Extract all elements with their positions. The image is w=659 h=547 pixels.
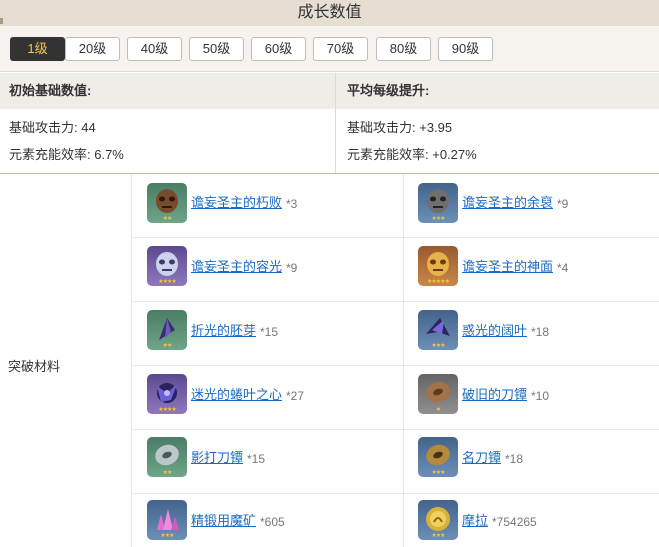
level-button-70[interactable]: 70级 bbox=[313, 37, 368, 61]
base-energy-recharge: 元素充能效率: 6.7% bbox=[9, 147, 124, 162]
sword-guard-icon[interactable]: ★★ bbox=[147, 437, 187, 477]
material-name[interactable]: 名刀镡 bbox=[462, 450, 501, 466]
material-count: *15 bbox=[247, 452, 266, 466]
mora-coin-icon[interactable]: ★★★ bbox=[418, 500, 458, 540]
section-title: 成长数值 bbox=[297, 4, 362, 21]
level-button-90[interactable]: 90级 bbox=[438, 37, 493, 61]
corner-mark bbox=[0, 18, 3, 24]
material-name[interactable]: 谵妄圣主的朽败 bbox=[191, 195, 282, 211]
mask-icon[interactable]: ★★★★★ bbox=[418, 246, 458, 286]
rarity-stars: ★★ bbox=[162, 216, 173, 222]
material-cell: ★★★★ 迷光的蜷叶之心 *27 bbox=[133, 366, 403, 430]
base-atk: 基础攻击力: 44 bbox=[9, 120, 96, 135]
material-count: *605 bbox=[260, 515, 285, 529]
material-cell: ★★★ 谵妄圣主的余裒 *9 bbox=[404, 174, 659, 238]
mask-icon[interactable]: ★★★★ bbox=[147, 246, 187, 286]
material-cell: ★★★ 惑光的阔叶 *18 bbox=[404, 302, 659, 366]
material-cell: ★★★ 摩拉 *754265 bbox=[404, 494, 659, 547]
material-name[interactable]: 谵妄圣主的神面 bbox=[462, 259, 553, 275]
material-name[interactable]: 惑光的阔叶 bbox=[462, 323, 527, 339]
rarity-stars: ★★★ bbox=[160, 533, 174, 539]
crystal-leaf-icon[interactable]: ★★★★ bbox=[147, 374, 187, 414]
rarity-stars: ★★★★★ bbox=[427, 279, 450, 285]
rarity-stars: ★★★ bbox=[431, 343, 445, 349]
level-button-80[interactable]: 80级 bbox=[376, 37, 431, 61]
rarity-stars: ★★ bbox=[162, 343, 173, 349]
material-count: *3 bbox=[286, 197, 298, 211]
ore-icon[interactable]: ★★★ bbox=[147, 500, 187, 540]
material-name[interactable]: 影打刀镡 bbox=[191, 450, 243, 466]
rarity-stars: ★★★ bbox=[431, 470, 445, 476]
rarity-stars: ★★ bbox=[162, 470, 173, 476]
material-cell: ★★ 谵妄圣主的朽败 *3 bbox=[133, 174, 403, 238]
mask-icon[interactable]: ★★ bbox=[147, 183, 187, 223]
rarity-stars: ★★★ bbox=[431, 216, 445, 222]
sword-guard-icon[interactable]: ★★★ bbox=[418, 437, 458, 477]
material-cell: ★★★★ 谵妄圣主的容光 *9 bbox=[133, 238, 403, 302]
rarity-stars: ★ bbox=[435, 407, 441, 413]
material-name[interactable]: 精锻用魔矿 bbox=[191, 513, 256, 529]
level-selector: 1级 20级 40级 50级 60级 70级 80级 90级 bbox=[0, 26, 659, 72]
material-cell: ★★★★★ 谵妄圣主的神面 *4 bbox=[404, 238, 659, 302]
materials-label: 突破材料 bbox=[8, 359, 61, 374]
material-count: *18 bbox=[531, 325, 550, 339]
material-name[interactable]: 迷光的蜷叶之心 bbox=[191, 387, 282, 403]
level-button-60[interactable]: 60级 bbox=[251, 37, 306, 61]
material-count: *754265 bbox=[492, 515, 537, 529]
base-stats-heading: 初始基础数值: bbox=[0, 73, 335, 109]
material-count: *4 bbox=[557, 261, 569, 275]
stats-column-divider bbox=[335, 73, 336, 174]
material-cell: ★ 破旧的刀镡 *10 bbox=[404, 366, 659, 430]
rarity-stars: ★★★★ bbox=[158, 279, 177, 285]
material-name[interactable]: 谵妄圣主的容光 bbox=[191, 259, 282, 275]
level-button-20[interactable]: 20级 bbox=[65, 37, 120, 61]
growth-atk: 基础攻击力: +3.95 bbox=[347, 120, 453, 135]
level-button-1[interactable]: 1级 bbox=[10, 37, 65, 61]
sword-guard-icon[interactable]: ★ bbox=[418, 374, 458, 414]
mask-icon[interactable]: ★★★ bbox=[418, 183, 458, 223]
rarity-stars: ★★★ bbox=[431, 533, 445, 539]
crystal-leaf-icon[interactable]: ★★ bbox=[147, 310, 187, 350]
material-name[interactable]: 谵妄圣主的余裒 bbox=[462, 195, 553, 211]
material-count: *18 bbox=[505, 452, 524, 466]
rarity-stars: ★★★★ bbox=[158, 407, 177, 413]
level-button-40[interactable]: 40级 bbox=[127, 37, 182, 61]
material-count: *10 bbox=[531, 389, 550, 403]
material-count: *9 bbox=[286, 261, 298, 275]
crystal-leaf-icon[interactable]: ★★★ bbox=[418, 310, 458, 350]
section-title-bar: 成长数值 bbox=[0, 0, 659, 26]
materials-label-cell: 突破材料 bbox=[0, 174, 132, 547]
material-count: *27 bbox=[286, 389, 305, 403]
material-cell: ★★★ 名刀镡 *18 bbox=[404, 430, 659, 494]
material-cell: ★★ 折光的胚芽 *15 bbox=[133, 302, 403, 366]
material-count: *15 bbox=[260, 325, 279, 339]
material-count: *9 bbox=[557, 197, 569, 211]
material-name[interactable]: 破旧的刀镡 bbox=[462, 387, 527, 403]
material-name[interactable]: 摩拉 bbox=[462, 513, 488, 529]
growth-stats-heading: 平均每级提升: bbox=[336, 73, 659, 109]
growth-energy-recharge: 元素充能效率: +0.27% bbox=[347, 147, 477, 162]
level-button-50[interactable]: 50级 bbox=[189, 37, 244, 61]
material-cell: ★★ 影打刀镡 *15 bbox=[133, 430, 403, 494]
material-name[interactable]: 折光的胚芽 bbox=[191, 323, 256, 339]
material-cell: ★★★ 精锻用魔矿 *605 bbox=[133, 494, 403, 547]
